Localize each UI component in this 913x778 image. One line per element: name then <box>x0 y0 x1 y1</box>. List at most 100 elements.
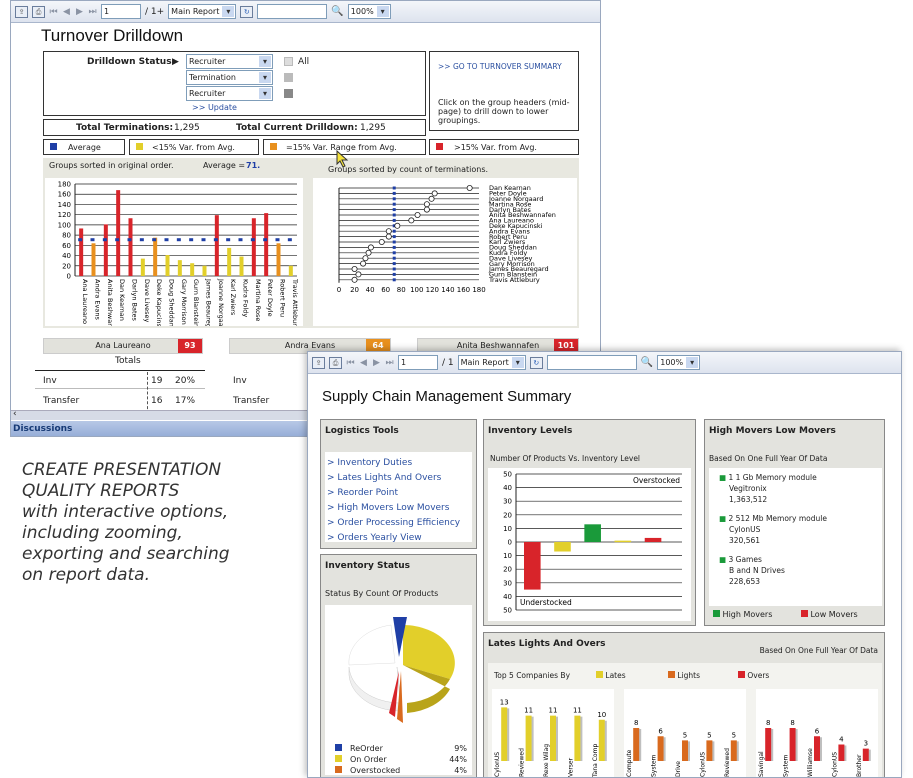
first-page-icon[interactable]: ⏮ <box>49 7 58 17</box>
minichart-bar[interactable] <box>862 748 869 761</box>
dot-point[interactable] <box>365 249 372 256</box>
bar[interactable] <box>153 237 158 276</box>
report-select[interactable]: Main Report <box>457 355 526 370</box>
dot-point[interactable] <box>351 266 358 273</box>
status-pie-chart <box>348 617 455 723</box>
lates-minichart: 13 CylonUS 11 Reviewed 11 Rexe Wilag 11 Verser 1… <box>492 689 614 777</box>
dot-point[interactable] <box>385 233 392 240</box>
checkbox-all[interactable] <box>284 57 293 66</box>
bar[interactable] <box>202 265 207 276</box>
minichart-bar[interactable] <box>501 707 508 761</box>
drilldown-select-1[interactable]: Recruiter <box>186 54 273 69</box>
group-header-ana[interactable]: Ana Laureano 93 <box>43 338 203 354</box>
print-icon[interactable]: ⎙ <box>329 356 342 369</box>
link-orders-yearly[interactable]: > Orders Yearly View <box>327 531 470 546</box>
bar[interactable] <box>251 218 256 276</box>
dot-point[interactable] <box>428 195 435 202</box>
next-page-icon[interactable]: ▶ <box>372 358 381 368</box>
link-lates-lights-overs[interactable]: > Lates Lights And Overs <box>327 471 470 486</box>
minichart-bar[interactable] <box>765 728 772 761</box>
bar[interactable] <box>103 224 108 276</box>
inventory-bar[interactable] <box>554 542 571 552</box>
zoom-select[interactable]: 100% <box>657 355 701 370</box>
bar[interactable] <box>264 213 269 276</box>
bar[interactable] <box>140 258 145 276</box>
refresh-icon[interactable]: ↻ <box>240 5 254 18</box>
bar[interactable] <box>288 265 293 276</box>
bar[interactable] <box>227 247 232 276</box>
bar[interactable] <box>177 260 182 276</box>
minichart-bar[interactable] <box>574 715 581 761</box>
export-icon[interactable]: ⇪ <box>312 356 325 369</box>
bar[interactable] <box>190 263 195 276</box>
average-marker <box>392 262 396 266</box>
search-binoculars-icon[interactable]: 🔍 <box>331 6 343 17</box>
bar[interactable] <box>239 256 244 276</box>
horizontal-scrollbar[interactable]: ‹ <box>11 409 311 420</box>
export-icon[interactable]: ⇪ <box>15 5 28 18</box>
bar[interactable] <box>116 190 121 276</box>
dot-point[interactable] <box>367 244 374 251</box>
inventory-bar[interactable] <box>614 540 632 543</box>
bar[interactable] <box>214 215 219 276</box>
inventory-bar[interactable] <box>524 542 541 590</box>
dot-point[interactable] <box>378 239 385 246</box>
dot-point[interactable] <box>466 185 473 191</box>
first-page-icon[interactable]: ⏮ <box>346 358 355 368</box>
scroll-left-icon[interactable]: ‹ <box>13 409 17 419</box>
dot-point[interactable] <box>355 271 362 278</box>
page-number-input[interactable]: 1 <box>398 355 438 370</box>
dot-point[interactable] <box>414 212 421 219</box>
dot-point[interactable] <box>431 190 438 197</box>
minichart-bar[interactable] <box>706 740 713 761</box>
dot-point[interactable] <box>408 217 415 224</box>
dot-point[interactable] <box>385 228 392 235</box>
inventory-bar[interactable] <box>584 524 601 542</box>
minichart-bar[interactable] <box>814 736 820 761</box>
bar[interactable] <box>276 243 281 276</box>
dot-point[interactable] <box>394 222 401 229</box>
dot-point[interactable] <box>423 201 430 208</box>
update-link[interactable]: >> Update <box>192 103 237 112</box>
bar[interactable] <box>165 255 170 276</box>
minichart-bar[interactable] <box>789 728 796 761</box>
prev-page-icon[interactable]: ◀ <box>62 7 71 17</box>
bar[interactable] <box>79 228 84 276</box>
drilldown-select-2[interactable]: Termination Type <box>186 70 273 95</box>
dot-point[interactable] <box>360 260 367 267</box>
minichart-bar[interactable] <box>633 728 640 761</box>
last-page-icon[interactable]: ⏭ <box>385 358 394 368</box>
link-order-processing[interactable]: > Order Processing Efficiency <box>327 516 470 531</box>
link-inventory-duties[interactable]: > Inventory Duties <box>327 456 470 471</box>
zoom-select[interactable]: 100% <box>347 4 391 19</box>
page-number-input[interactable]: 1 <box>101 4 141 19</box>
minichart-bar[interactable] <box>838 744 845 762</box>
minichart-bar[interactable] <box>525 715 532 761</box>
link-high-low-movers[interactable]: > High Movers Low Movers <box>327 501 470 516</box>
bar[interactable] <box>128 218 133 276</box>
bar[interactable] <box>91 243 96 276</box>
search-input[interactable] <box>257 4 328 19</box>
next-page-icon[interactable]: ▶ <box>75 7 84 17</box>
goto-summary-link[interactable]: >> GO TO TURNOVER SUMMARY <box>438 62 562 71</box>
last-page-icon[interactable]: ⏭ <box>88 7 97 17</box>
checkbox-2[interactable] <box>284 73 293 82</box>
search-binoculars-icon[interactable]: 🔍 <box>641 357 653 368</box>
dot-point[interactable] <box>362 255 369 262</box>
dot-point[interactable] <box>351 276 358 283</box>
minichart-bar[interactable] <box>657 736 664 761</box>
search-input[interactable] <box>546 355 637 370</box>
inventory-bar[interactable] <box>644 537 662 542</box>
drilldown-select-3[interactable]: Recruiter <box>186 86 273 101</box>
report-select[interactable]: Main Report <box>168 4 237 19</box>
minichart-bar[interactable] <box>682 740 688 761</box>
print-icon[interactable]: ⎙ <box>32 5 45 18</box>
minichart-bar[interactable] <box>730 740 737 761</box>
prev-page-icon[interactable]: ◀ <box>359 358 368 368</box>
minichart-bar[interactable] <box>550 715 556 761</box>
minichart-bar[interactable] <box>598 719 605 761</box>
refresh-icon[interactable]: ↻ <box>529 356 543 369</box>
link-reorder-point[interactable]: > Reorder Point <box>327 486 470 501</box>
checkbox-3[interactable] <box>284 89 293 98</box>
dot-point[interactable] <box>423 206 430 213</box>
